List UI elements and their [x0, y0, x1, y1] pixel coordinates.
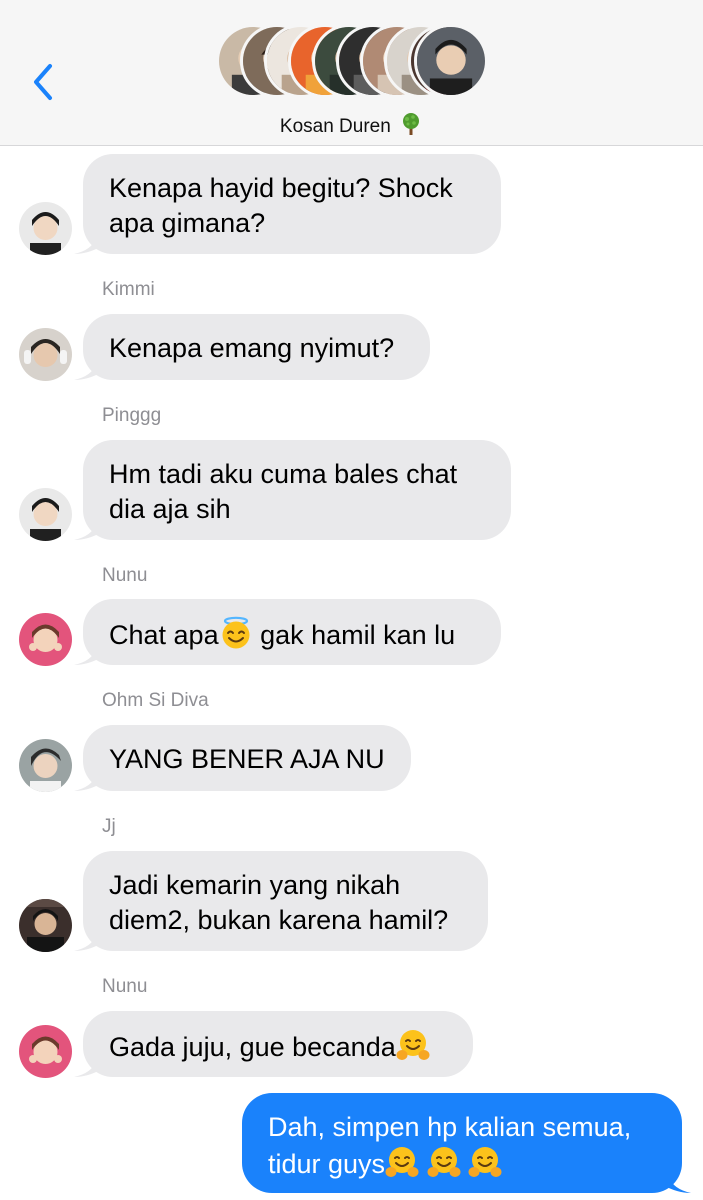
sender-name: Pinggg: [102, 405, 162, 426]
avatar[interactable]: [19, 899, 72, 952]
bubble-tail: [74, 228, 102, 254]
tree-icon: [399, 112, 423, 142]
message-bubble[interactable]: Kenapa emang nyimut?: [74, 314, 430, 380]
bubble-tail: [74, 514, 102, 540]
avatar[interactable]: [19, 202, 72, 255]
message-bubble[interactable]: YANG BENER AJA NU: [74, 725, 411, 791]
avatar[interactable]: [19, 488, 72, 541]
bubble-tail: [663, 1167, 691, 1193]
message-bubble[interactable]: Chat apa gak hamil kan lu: [74, 599, 501, 665]
group-avatar-stack[interactable]: [216, 24, 488, 98]
smiling-face-with-halo-icon: [219, 616, 253, 650]
avatar[interactable]: [19, 328, 72, 381]
bubble-tail: [74, 925, 102, 951]
chevron-left-icon: [34, 64, 52, 100]
bubble-tail: [74, 639, 102, 665]
bubble-tail: [74, 765, 102, 791]
message-text-line: dia aja sih: [109, 494, 231, 524]
group-name-label: Kosan Duren: [279, 116, 391, 137]
message-text: Gada juju, gue becanda: [109, 1032, 396, 1062]
message-text: Chat apa: [109, 620, 219, 650]
message-text: gak hamil kan lu: [252, 620, 456, 650]
message-bubble[interactable]: Jadi kemarin yang nikah diem2, bukan kar…: [74, 851, 488, 951]
avatar[interactable]: [19, 613, 72, 666]
sender-name: Nunu: [102, 565, 148, 586]
avatar[interactable]: [19, 1025, 72, 1078]
message-bubble[interactable]: Kenapa hayid begitu? Shock apa gimana?: [74, 154, 501, 254]
sender-name: Kimmi: [102, 279, 155, 300]
sender-name: Jj: [102, 816, 116, 837]
bubble-tail: [74, 1051, 102, 1077]
message-bubble[interactable]: Gada juju, gue becanda: [74, 1011, 473, 1077]
back-button[interactable]: [26, 60, 60, 104]
message-text-line: Kenapa emang nyimut?: [109, 333, 395, 363]
message-bubble[interactable]: Hm tadi aku cuma bales chat dia aja sih: [74, 440, 511, 540]
outgoing-message-bubble[interactable]: Dah, simpen hp kalian semua, tidur guys: [242, 1093, 691, 1193]
message-text-line: apa gimana?: [109, 208, 266, 238]
message-text-line: Jadi kemarin yang nikah: [109, 870, 401, 900]
message-text-line: Hm tadi aku cuma bales chat: [109, 459, 458, 489]
sender-name: Ohm Si Diva: [102, 690, 209, 711]
bubble-tail: [74, 354, 102, 380]
avatar: [414, 24, 488, 98]
hugging-face-icon: [396, 1028, 430, 1062]
hugging-face-icon: [427, 1145, 461, 1179]
hugging-face-icon: [385, 1145, 419, 1179]
conversation-header: Kosan Duren: [0, 0, 703, 146]
hugging-face-icon: [468, 1145, 502, 1179]
message-text-line: YANG BENER AJA NU: [109, 744, 385, 774]
message-text-line: Kenapa hayid begitu? Shock: [109, 173, 453, 203]
message-text-line: tidur guys: [268, 1149, 386, 1179]
group-name[interactable]: Kosan Duren: [0, 112, 703, 142]
message-text-line: diem2, bukan karena hamil?: [109, 905, 449, 935]
message-text-line: Dah, simpen hp kalian semua,: [268, 1112, 632, 1142]
sender-name: Nunu: [102, 976, 148, 997]
avatar[interactable]: [19, 739, 72, 792]
